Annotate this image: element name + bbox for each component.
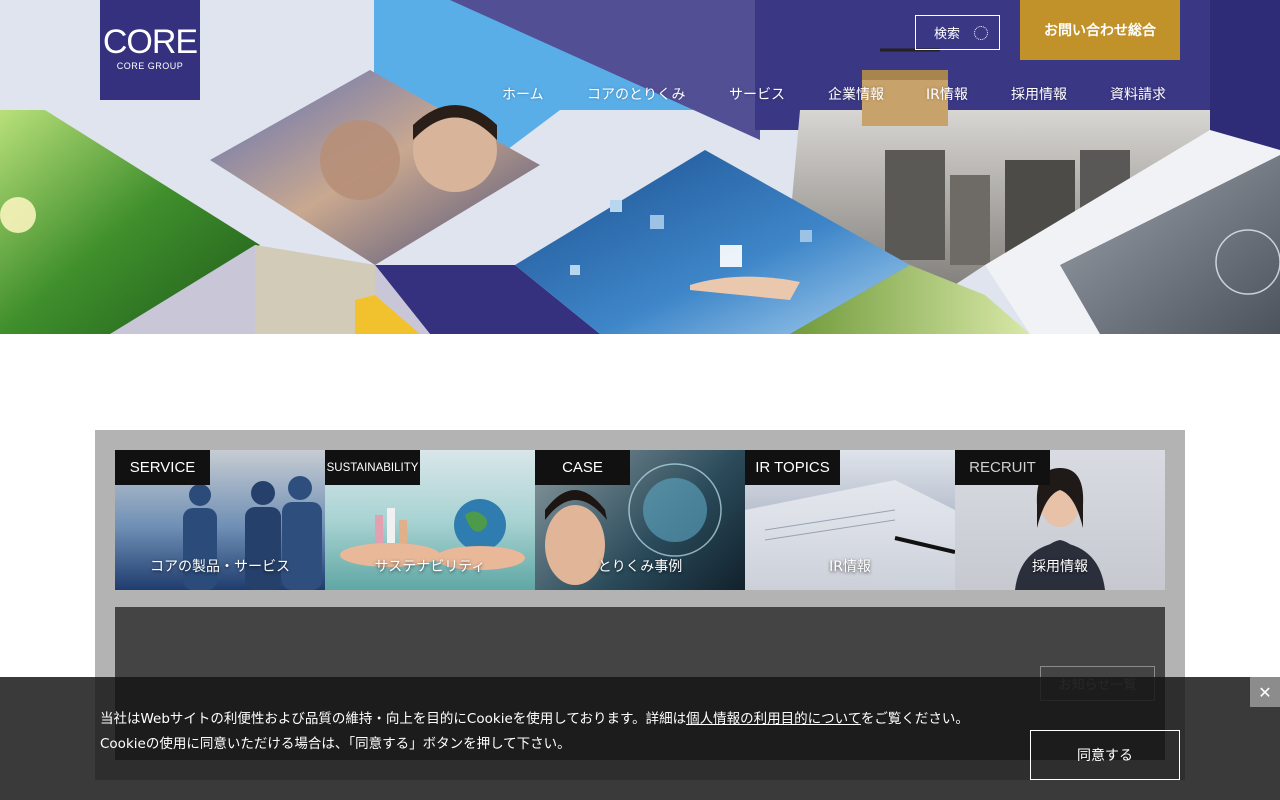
search-spinner-icon bbox=[974, 26, 988, 40]
nav-home[interactable]: ホーム bbox=[502, 84, 544, 104]
nav-services[interactable]: サービス bbox=[729, 84, 785, 104]
search-label: 検索 bbox=[934, 27, 961, 42]
close-icon[interactable]: ✕ bbox=[1250, 677, 1280, 707]
card-recruit[interactable]: RECRUIT 採用情報 bbox=[955, 450, 1165, 590]
nav-recruit[interactable]: 採用情報 bbox=[1011, 84, 1067, 104]
main-nav: ホーム コアのとりくみ サービス 企業情報 IR情報 採用情報 資料請求 bbox=[0, 84, 1280, 106]
card-ir-topics[interactable]: IR TOPICS IR情報 bbox=[745, 450, 955, 590]
nav-initiatives[interactable]: コアのとりくみ bbox=[587, 84, 686, 104]
cookie-text-before: 当社はWebサイトの利便性および品質の維持・向上を目的にCookieを使用してお… bbox=[100, 711, 687, 727]
card-tag: IR TOPICS bbox=[745, 450, 840, 485]
card-label: IR情報 bbox=[829, 559, 871, 575]
logo-wordmark: CORE bbox=[102, 23, 198, 61]
cookie-banner: 当社はWebサイトの利便性および品質の維持・向上を目的にCookieを使用してお… bbox=[0, 677, 1280, 800]
cookie-text-after: をご覧ください。 bbox=[860, 711, 969, 727]
card-service[interactable]: SERVICE コアの製品・サービス bbox=[115, 450, 325, 590]
search-button[interactable]: 検索 bbox=[915, 15, 1000, 50]
page: CORE CORE GROUP 検索 お問い合わせ総合 ホーム コアのとりくみ … bbox=[0, 0, 1280, 800]
card-label: コアの製品・サービス bbox=[150, 559, 290, 575]
logo-subtitle: CORE GROUP bbox=[116, 61, 184, 71]
card-tag: SUSTAINABILITY bbox=[325, 450, 420, 485]
category-cards: SERVICE コアの製品・サービス SUSTAINABILITY サステナビリ… bbox=[115, 450, 1165, 590]
card-case[interactable]: CASE とりくみ事例 bbox=[535, 450, 745, 590]
nav-documents[interactable]: 資料請求 bbox=[1110, 84, 1166, 104]
cookie-text-line2: Cookieの使用に同意いただける場合は、「同意する」ボタンを押して下さい。 bbox=[100, 735, 571, 752]
card-tag: SERVICE bbox=[115, 450, 210, 485]
card-sustainability[interactable]: SUSTAINABILITY サステナビリティ bbox=[325, 450, 535, 590]
card-tag: RECRUIT bbox=[955, 450, 1050, 485]
contact-button[interactable]: お問い合わせ総合 bbox=[1020, 0, 1180, 60]
card-label: サステナビリティ bbox=[374, 559, 486, 575]
agree-button[interactable]: 同意する bbox=[1030, 730, 1180, 780]
cookie-message: 当社はWebサイトの利便性および品質の維持・向上を目的にCookieを使用してお… bbox=[100, 707, 980, 756]
card-label: 採用情報 bbox=[1032, 559, 1088, 575]
privacy-policy-link[interactable]: 個人情報の利用目的について bbox=[686, 711, 861, 727]
nav-company[interactable]: 企業情報 bbox=[828, 84, 884, 104]
card-tag: CASE bbox=[535, 450, 630, 485]
nav-ir[interactable]: IR情報 bbox=[926, 84, 968, 104]
hero-banner: CORE CORE GROUP 検索 お問い合わせ総合 ホーム コアのとりくみ … bbox=[0, 0, 1280, 334]
card-label: とりくみ事例 bbox=[597, 559, 683, 575]
